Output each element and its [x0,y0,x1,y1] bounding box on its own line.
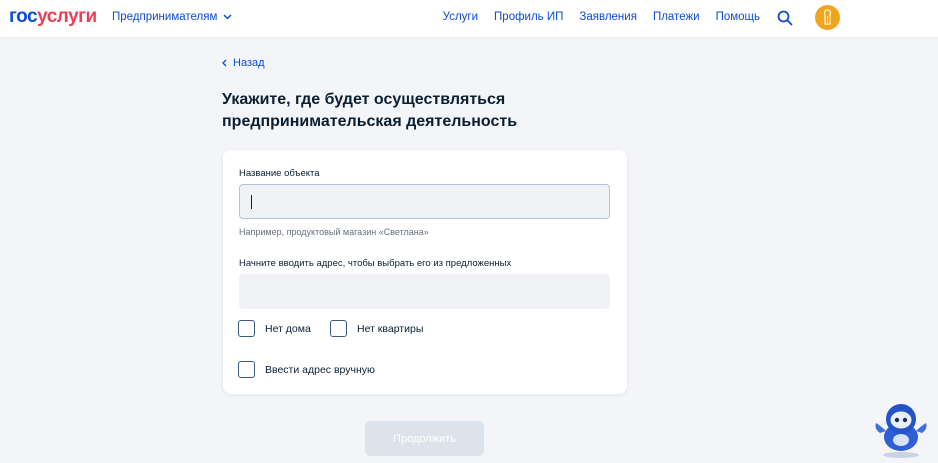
nav-item-applications[interactable]: Заявления [579,11,637,23]
checkbox-no-house[interactable]: Нет дома [238,320,311,337]
back-label: Назад [233,57,265,69]
checkbox-manual-address-label: Ввести адрес вручную [265,363,375,376]
continue-button[interactable]: Продолжить [365,421,484,456]
checkbox-no-apartment[interactable]: Нет квартиры [330,320,423,337]
page-title: Укажите, где будет осуществляться предпр… [222,91,518,130]
back-link[interactable]: Назад [222,57,265,69]
segment-selector[interactable]: Предпринимателям [112,11,232,23]
form-card: Название объекта Например, продуктовый м… [223,150,627,394]
search-icon[interactable] [777,10,793,26]
checkbox-no-apartment-label: Нет квартиры [357,322,424,335]
text-caret [251,195,252,209]
chevron-left-icon [222,59,227,67]
nav-item-ip-profile[interactable]: Профиль ИП [494,11,563,23]
main-nav: Услуги Профиль ИП Заявления Платежи Помо… [443,11,760,23]
avatar-figure-icon [823,9,832,25]
nav-item-help[interactable]: Помощь [716,11,760,23]
checkbox-no-house-label: Нет дома [265,322,311,335]
address-label: Начните вводить адрес, чтобы выбрать его… [239,258,512,269]
object-name-input[interactable] [239,184,610,219]
address-input[interactable] [239,274,610,309]
robot-assistant-icon[interactable] [872,399,930,459]
checkbox-box[interactable] [238,320,255,337]
checkbox-box[interactable] [330,320,347,337]
chevron-down-icon [223,14,232,20]
logo-part-gos: гос [9,6,38,27]
nav-item-payments[interactable]: Платежи [653,11,700,23]
avatar-icon[interactable] [815,5,840,30]
top-header: госуслуги Предпринимателям Услуги Профил… [0,0,938,38]
checkbox-manual-address[interactable]: Ввести адрес вручную [238,361,375,378]
segment-label: Предпринимателям [112,11,218,23]
checkbox-box[interactable] [238,361,255,378]
logo-part-uslugi: услуги [37,6,97,27]
nav-item-services[interactable]: Услуги [443,11,478,23]
object-name-label: Название объекта [239,168,320,179]
gosuslugi-logo[interactable]: госуслуги [9,6,97,28]
object-name-hint: Например, продуктовый магазин «Светлана» [239,227,429,237]
